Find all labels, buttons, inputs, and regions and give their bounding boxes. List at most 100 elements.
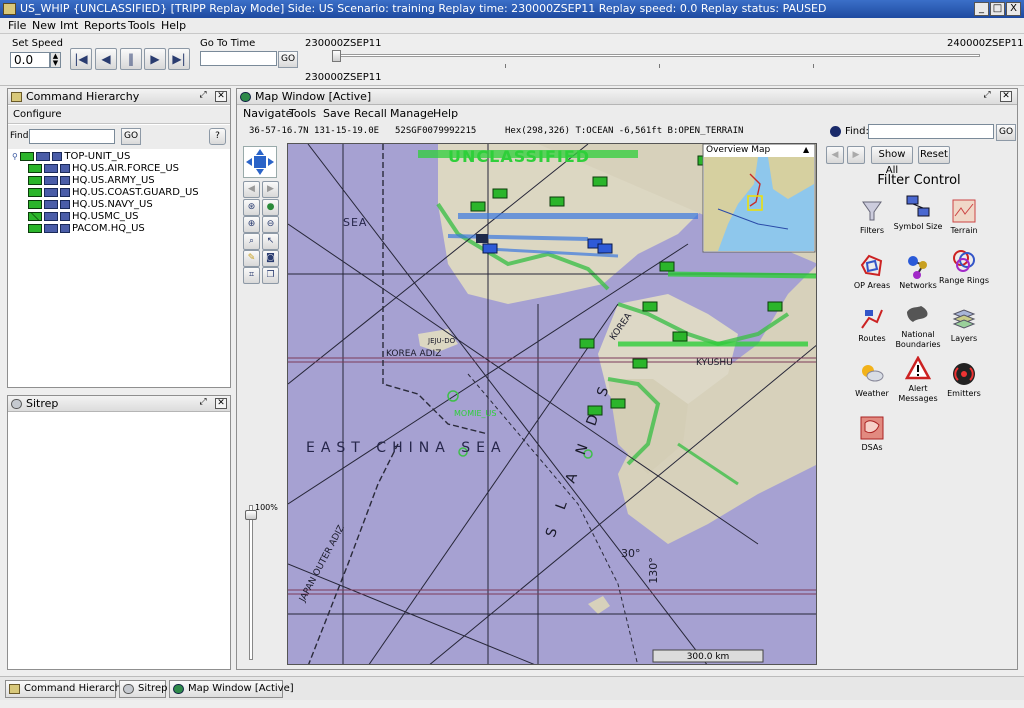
configure-menu[interactable]: Configure xyxy=(13,109,61,120)
step-back-button[interactable]: ◀ xyxy=(95,48,117,70)
weather-icon xyxy=(859,361,885,387)
undock-icon[interactable]: ⤢ xyxy=(981,91,993,102)
coordinate-readout: 36-57-16.7N 131-15-19.0E 52SGF0079992215… xyxy=(237,123,827,139)
map-menu-help[interactable]: Help xyxy=(433,107,458,120)
draw-tool-icon[interactable]: ✎ xyxy=(243,250,260,267)
classification-banner: UNCLASSIFIED xyxy=(448,147,591,166)
hierarchy-go-button[interactable]: GO xyxy=(121,128,141,145)
command-hierarchy-panel: Command Hierarchy ⤢ ✕ Configure Find: GO… xyxy=(7,88,231,388)
taskbar-command-hierarchy[interactable]: Command Hierarchy xyxy=(5,680,127,698)
tree-item-usmc[interactable]: HQ.USMC_US xyxy=(28,211,139,223)
back-arrow-icon[interactable]: ◀ xyxy=(243,181,260,198)
unit-symbol-icon xyxy=(28,163,42,173)
skip-back-button[interactable]: |◀ xyxy=(70,48,92,70)
select-icon[interactable]: ↖ xyxy=(262,233,279,250)
speed-spinner[interactable]: ▲ ▼ xyxy=(50,52,61,68)
tree-item-top-unit[interactable]: ⚲ TOP-UNIT_US xyxy=(12,151,130,163)
menu-tools[interactable]: Tools xyxy=(128,19,155,32)
flag-icon xyxy=(44,199,58,209)
filter-back-icon[interactable]: ◀ xyxy=(826,146,844,164)
timeline-thumb[interactable] xyxy=(332,50,341,62)
maximize-button[interactable]: □ xyxy=(990,2,1005,16)
map-menu-save[interactable]: Save xyxy=(323,107,350,120)
recenter-icon[interactable]: ⊛ xyxy=(243,199,260,216)
sitrep-title: Sitrep xyxy=(26,397,59,410)
grid-icon[interactable]: ⌗ xyxy=(243,267,260,284)
zoom-slider-track[interactable] xyxy=(249,505,253,660)
measure-icon[interactable]: ⌕ xyxy=(243,233,260,250)
map-find-input[interactable] xyxy=(868,124,994,139)
zoom-slider-thumb[interactable] xyxy=(245,510,257,520)
reset-button[interactable]: Reset xyxy=(918,146,950,164)
forward-arrow-icon[interactable]: ▶ xyxy=(262,181,279,198)
map-menu-manage[interactable]: Manage xyxy=(390,107,434,120)
hierarchy-find-input[interactable] xyxy=(29,129,115,144)
map-label-momie: MOMIE_US xyxy=(454,409,497,418)
flag-icon xyxy=(36,151,51,161)
filter-forward-icon[interactable]: ▶ xyxy=(847,146,865,164)
range-rings-icon xyxy=(951,248,977,274)
skip-forward-button[interactable]: ▶| xyxy=(168,48,190,70)
app-icon xyxy=(3,3,16,15)
menu-new[interactable]: New xyxy=(32,19,56,32)
camera-icon[interactable]: ◙ xyxy=(262,250,279,267)
map-canvas[interactable]: UNCLASSIFIED Overview Map ▲ SEA EAST CHI… xyxy=(287,143,817,665)
speed-input[interactable]: 0.0 xyxy=(10,52,50,68)
close-button[interactable]: X xyxy=(1006,2,1021,16)
flag-icon xyxy=(60,211,70,221)
tree-item-navy[interactable]: HQ.US.NAVY_US xyxy=(28,199,153,211)
tree-item-army[interactable]: HQ.US.ARMY_US xyxy=(28,175,155,187)
close-panel-icon[interactable]: ✕ xyxy=(1000,91,1012,102)
map-menu-tools[interactable]: Tools xyxy=(289,107,316,120)
undock-icon[interactable]: ⤢ xyxy=(197,91,209,102)
menu-reports[interactable]: Reports xyxy=(84,19,126,32)
go-to-time-button[interactable]: GO xyxy=(278,51,298,68)
tree-item-pacom[interactable]: PACOM.HQ_US xyxy=(28,223,145,235)
mgrs-readout: 52SGF0079992215 xyxy=(395,126,477,136)
zoom-in-icon[interactable]: ⊕ xyxy=(243,216,260,233)
title-bar: US_WHIP {UNCLASSIFIED} [TRIPP Replay Mod… xyxy=(0,0,1024,18)
filter-item-emitters[interactable]: Emitters xyxy=(936,361,992,399)
globe-view-icon[interactable]: ● xyxy=(262,199,279,216)
menu-help[interactable]: Help xyxy=(161,19,186,32)
unit-symbol-icon xyxy=(28,199,42,209)
timeline-track[interactable] xyxy=(336,54,980,57)
undock-icon[interactable]: ⤢ xyxy=(197,398,209,409)
configure-bar: Configure xyxy=(8,106,230,124)
zoom-out-icon[interactable]: ⊖ xyxy=(262,216,279,233)
tree-item-coast-guard[interactable]: HQ.US.COAST.GUARD_US xyxy=(28,187,199,199)
timeline-current: 230000ZSEP11 xyxy=(305,72,382,83)
minimize-button[interactable]: _ xyxy=(974,2,989,16)
pause-button[interactable]: ‖ xyxy=(120,48,142,70)
expand-icon[interactable]: ⚲ xyxy=(12,152,20,161)
filter-item-terrain[interactable]: Terrain xyxy=(936,198,992,236)
tree-item-air-force[interactable]: HQ.US.AIR.FORCE_US xyxy=(28,163,179,175)
timeline-end: 240000ZSEP11 xyxy=(947,38,1024,49)
set-speed-label: Set Speed xyxy=(12,38,63,49)
close-panel-icon[interactable]: ✕ xyxy=(215,91,227,102)
menu-bar: File New Imt Reports Tools Help xyxy=(0,18,1024,34)
show-all-button[interactable]: Show All xyxy=(871,146,913,176)
layers-stack-icon[interactable]: ❐ xyxy=(262,267,279,284)
flag-icon xyxy=(60,199,70,209)
close-panel-icon[interactable]: ✕ xyxy=(215,398,227,409)
menu-imt[interactable]: Imt xyxy=(60,19,78,32)
emitters-icon xyxy=(951,361,977,387)
taskbar-sitrep[interactable]: Sitrep xyxy=(119,680,167,698)
filter-item-range-rings[interactable]: Range Rings xyxy=(936,248,992,286)
menu-file[interactable]: File xyxy=(8,19,26,32)
overview-collapse-icon[interactable]: ▲ xyxy=(803,145,809,154)
taskbar-map-window[interactable]: Map Window [Active] xyxy=(169,680,294,698)
flag-icon xyxy=(60,175,70,185)
map-menu-navigate[interactable]: Navigate xyxy=(243,107,292,120)
map-menu-recall[interactable]: Recall xyxy=(354,107,387,120)
go-to-time-input[interactable] xyxy=(200,51,277,66)
unit-symbol-icon xyxy=(20,151,35,161)
help-button[interactable]: ? xyxy=(209,128,226,145)
filter-item-layers[interactable]: Layers xyxy=(936,306,992,344)
filter-item-dsas[interactable]: DSAs xyxy=(844,415,900,453)
play-button[interactable]: ▶ xyxy=(144,48,166,70)
map-go-button[interactable]: GO xyxy=(996,124,1016,141)
pan-control-icon[interactable] xyxy=(243,146,277,178)
sitrep-icon xyxy=(11,399,22,409)
